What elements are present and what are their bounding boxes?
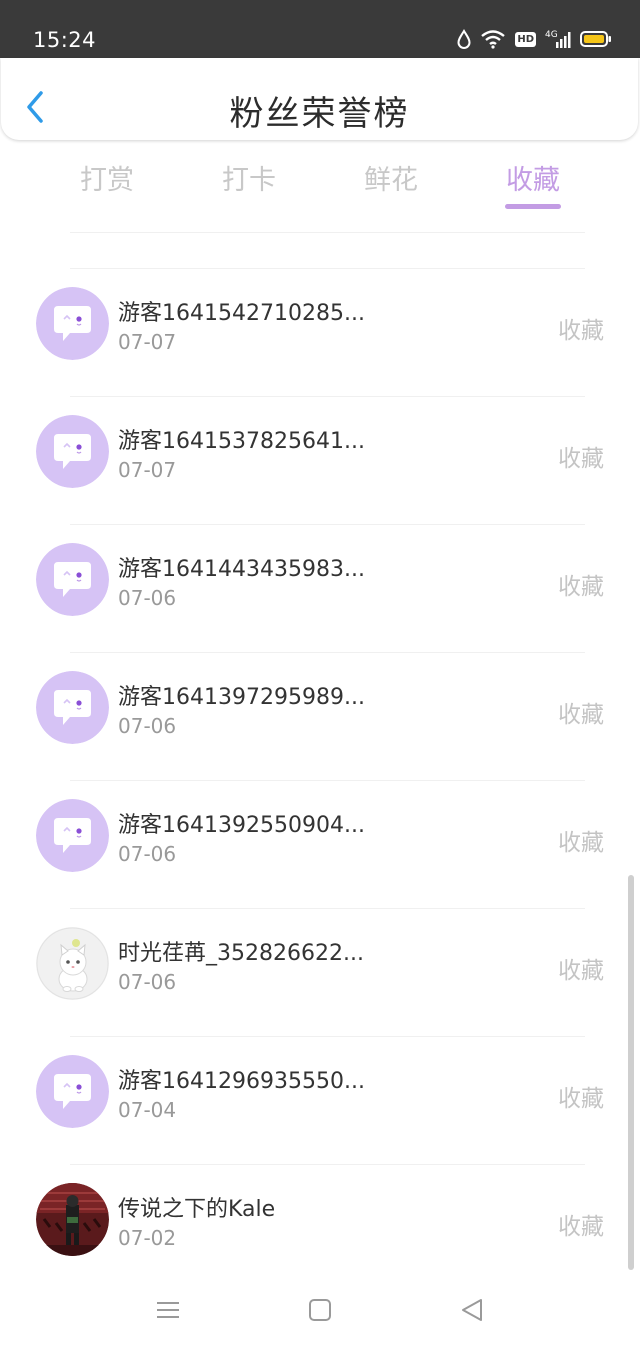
home-square-icon[interactable]	[308, 1298, 332, 1322]
system-nav-bar	[0, 1270, 640, 1351]
user-name: 游客1641542710285...	[118, 301, 365, 326]
favorite-label: 收藏	[558, 830, 604, 856]
user-name: 游客1641296935550...	[118, 1069, 365, 1094]
favorite-label: 收藏	[558, 958, 604, 984]
list-item[interactable]: 游客1641443435983... 07-06 收藏	[0, 525, 640, 653]
cat-photo-avatar	[36, 927, 109, 1000]
list-item[interactable]: 游客1641397295989... 07-06 收藏	[0, 653, 640, 781]
date-label: 07-04	[118, 1098, 177, 1122]
user-name: 时光荏苒_352826622...	[118, 941, 364, 966]
battery-icon	[580, 31, 611, 47]
list-item[interactable]: 游客1641296935550... 07-04 收藏	[0, 1037, 640, 1165]
tab-tip[interactable]: 打赏	[36, 158, 178, 197]
chat-bubble-avatar	[36, 671, 109, 744]
favorite-label: 收藏	[558, 446, 604, 472]
menu-icon[interactable]	[156, 1298, 180, 1322]
status-time: 15:24	[33, 28, 97, 52]
page-title: 粉丝荣誉榜	[229, 94, 410, 134]
character-photo-avatar	[36, 1183, 109, 1256]
chat-bubble-avatar	[36, 799, 109, 872]
date-label: 07-06	[118, 586, 177, 610]
user-name: 游客1641392550904...	[118, 813, 365, 838]
date-label: 07-06	[118, 714, 177, 738]
favorite-label: 收藏	[558, 702, 604, 728]
user-name: 游客1641537825641...	[118, 429, 365, 454]
wifi-icon	[481, 30, 506, 49]
signal-4g-icon: 4G	[545, 30, 571, 48]
tab-checkin[interactable]: 打卡	[178, 158, 320, 197]
favorite-label: 收藏	[558, 574, 604, 600]
water-drop-icon	[457, 29, 471, 49]
favorite-label: 收藏	[558, 1214, 604, 1240]
date-label: 07-06	[118, 970, 177, 994]
date-label: 07-06	[118, 842, 177, 866]
list-item[interactable]: 游客1641537825641... 07-07 收藏	[0, 397, 640, 525]
list-item[interactable]: 时光荏苒_352826622... 07-06 收藏	[0, 909, 640, 1037]
date-label: 07-07	[118, 330, 177, 354]
user-name: 游客1641397295989...	[118, 685, 365, 710]
back-triangle-icon[interactable]	[460, 1298, 484, 1322]
active-tab-indicator	[505, 204, 561, 209]
chat-bubble-avatar	[36, 287, 109, 360]
status-icons: HD 4G	[457, 27, 612, 51]
date-label: 07-02	[118, 1226, 177, 1250]
user-name: 传说之下的Kale	[118, 1197, 276, 1222]
tab-bar: 打赏 打卡 鲜花 收藏	[0, 158, 640, 218]
chat-bubble-avatar	[36, 415, 109, 488]
hd-icon: HD	[515, 31, 536, 47]
chat-bubble-avatar	[36, 1055, 109, 1128]
favorite-label: 收藏	[558, 318, 604, 344]
divider	[70, 232, 585, 233]
tab-flowers[interactable]: 鲜花	[320, 158, 462, 197]
date-label: 07-07	[118, 458, 177, 482]
favorite-label: 收藏	[558, 1086, 604, 1112]
user-name: 游客1641443435983...	[118, 557, 365, 582]
svg-text:4G: 4G	[545, 30, 558, 40]
status-bar: 15:24 HD 4G	[0, 0, 640, 58]
tab-favorites[interactable]: 收藏	[462, 158, 604, 197]
chat-bubble-avatar	[36, 543, 109, 616]
app-header: 粉丝荣誉榜	[1, 58, 638, 140]
scrollbar[interactable]	[628, 875, 634, 1270]
list-item[interactable]: 游客1641542710285... 07-07 收藏	[0, 269, 640, 397]
list-item[interactable]: 游客1641392550904... 07-06 收藏	[0, 781, 640, 909]
